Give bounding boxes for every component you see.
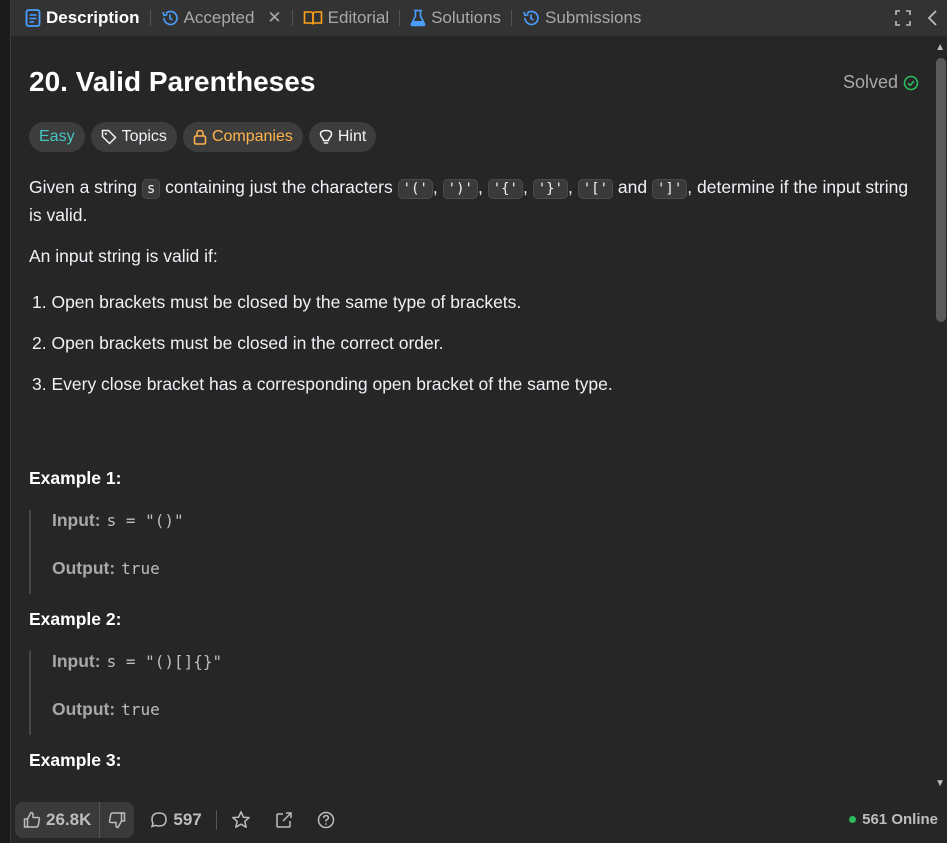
tab-divider <box>511 10 513 26</box>
valid-if-text: An input string is valid if: <box>29 246 218 266</box>
companies-label: Companies <box>211 128 293 145</box>
input-value: s = "()" <box>106 511 184 530</box>
output-label: Output: <box>52 699 116 719</box>
difficulty-label: Easy <box>39 128 75 145</box>
online-dot <box>849 816 857 823</box>
scrollbar-thumb[interactable] <box>936 58 946 322</box>
comments-button[interactable]: 597 <box>150 810 202 830</box>
tabbar-actions <box>894 0 938 36</box>
chevron-left-icon[interactable] <box>926 9 938 27</box>
inline-code: s <box>141 179 161 199</box>
solved-status: Solved <box>843 72 919 93</box>
example-block: Input: s = "()" Output: true <box>29 510 629 594</box>
problem-description: Given a string s containing just the cha… <box>29 177 909 225</box>
tab-submissions[interactable]: Submissions <box>522 0 641 36</box>
inline-code: '}' <box>532 179 569 199</box>
external-link-icon <box>276 812 292 828</box>
list-item: 2. Open brackets must be closed in the c… <box>32 333 444 353</box>
online-indicator: 561 Online <box>849 811 938 828</box>
problem-title: 20. Valid Parentheses <box>29 66 316 97</box>
maximize-icon[interactable] <box>894 9 912 27</box>
check-circle-icon <box>903 75 919 90</box>
tab-label: Accepted <box>183 8 255 27</box>
example-heading: Example 2: <box>29 609 122 629</box>
desc-text: containing just the characters <box>160 177 398 197</box>
inline-code: '[' <box>577 179 614 199</box>
like-button[interactable]: 26.8K <box>15 802 99 838</box>
document-icon <box>25 9 41 27</box>
companies-button[interactable]: Companies <box>182 122 303 152</box>
example-heading: Example 1: <box>29 468 122 488</box>
example-output: Output: true <box>52 558 629 594</box>
problem-panel: Description Accepted ✕ Editorial Solutio… <box>10 0 947 843</box>
tab-editorial[interactable]: Editorial <box>303 0 389 36</box>
topics-button[interactable]: Topics <box>90 122 177 152</box>
star-icon <box>231 811 250 828</box>
rules-list: 1. Open brackets must be closed by the s… <box>29 292 613 415</box>
example-output: Output: true <box>52 699 629 735</box>
history-icon <box>161 10 178 26</box>
thumbs-up-icon <box>23 811 41 828</box>
comment-count: 597 <box>173 810 202 829</box>
example-input: Input: s = "()" <box>52 510 629 558</box>
problem-tags: Easy Topics Companies Hint <box>29 122 377 152</box>
list-item: 3. Every close bracket has a correspondi… <box>32 374 613 394</box>
example-block: Input: s = "()[]{}" Output: true <box>29 651 629 735</box>
inline-code: ']' <box>652 179 688 199</box>
output-value: true <box>121 700 160 719</box>
dislike-button[interactable] <box>99 802 134 838</box>
tab-divider <box>399 10 401 26</box>
like-count: 26.8K <box>46 810 92 829</box>
lightbulb-icon <box>319 129 333 144</box>
input-label: Input: <box>52 510 101 530</box>
input-label: Input: <box>52 651 101 671</box>
example-input: Input: s = "()[]{}" <box>52 651 629 699</box>
tab-accepted[interactable]: Accepted ✕ <box>161 0 282 36</box>
desc-text: and <box>617 177 648 197</box>
list-item: 1. Open brackets must be closed by the s… <box>32 292 522 312</box>
tag-icon <box>101 129 117 145</box>
scroll-down-arrow[interactable]: ▼ <box>935 778 945 789</box>
tab-divider <box>291 10 293 26</box>
tab-label: Solutions <box>431 8 502 27</box>
tab-label: Submissions <box>545 8 642 27</box>
thumbs-down-icon <box>109 812 126 829</box>
favorite-button[interactable] <box>231 810 251 830</box>
problem-content: 20. Valid Parentheses Solved Easy Topics… <box>29 36 919 796</box>
inline-code: '{' <box>487 179 523 199</box>
inline-code: ')' <box>442 179 478 199</box>
tab-label: Description <box>46 8 140 27</box>
tab-label: Editorial <box>327 8 390 27</box>
flask-icon <box>410 9 426 27</box>
footer-divider <box>215 810 217 830</box>
inline-code: '(' <box>397 179 433 199</box>
desc-text: Given a string <box>29 177 142 197</box>
tab-divider <box>149 10 151 26</box>
question-icon <box>317 811 334 829</box>
lock-icon <box>193 129 207 145</box>
hint-label: Hint <box>337 128 367 145</box>
help-button[interactable] <box>317 811 335 829</box>
input-value: s = "()[]{}" <box>106 652 223 671</box>
solved-label: Solved <box>842 72 898 92</box>
output-value: true <box>121 559 160 578</box>
book-icon <box>303 11 322 25</box>
bottom-bar: 26.8K 597 561 Online <box>11 797 947 843</box>
tab-bar: Description Accepted ✕ Editorial Solutio… <box>11 0 947 36</box>
history-icon <box>523 10 539 26</box>
title-row: 20. Valid Parentheses Solved <box>29 66 919 102</box>
comment-icon <box>151 812 168 828</box>
topics-label: Topics <box>121 128 167 145</box>
share-button[interactable] <box>275 811 293 829</box>
online-count: 561 Online <box>862 811 938 828</box>
hint-button[interactable]: Hint <box>308 122 377 152</box>
scroll-up-arrow[interactable]: ▲ <box>935 42 945 53</box>
difficulty-badge: Easy <box>29 122 85 152</box>
output-label: Output: <box>52 558 116 578</box>
tab-solutions[interactable]: Solutions <box>410 0 501 36</box>
example-heading: Example 3: <box>29 750 122 770</box>
vote-group: 26.8K <box>15 802 135 838</box>
close-icon[interactable]: ✕ <box>267 8 281 28</box>
tab-description[interactable]: Description <box>25 0 140 36</box>
